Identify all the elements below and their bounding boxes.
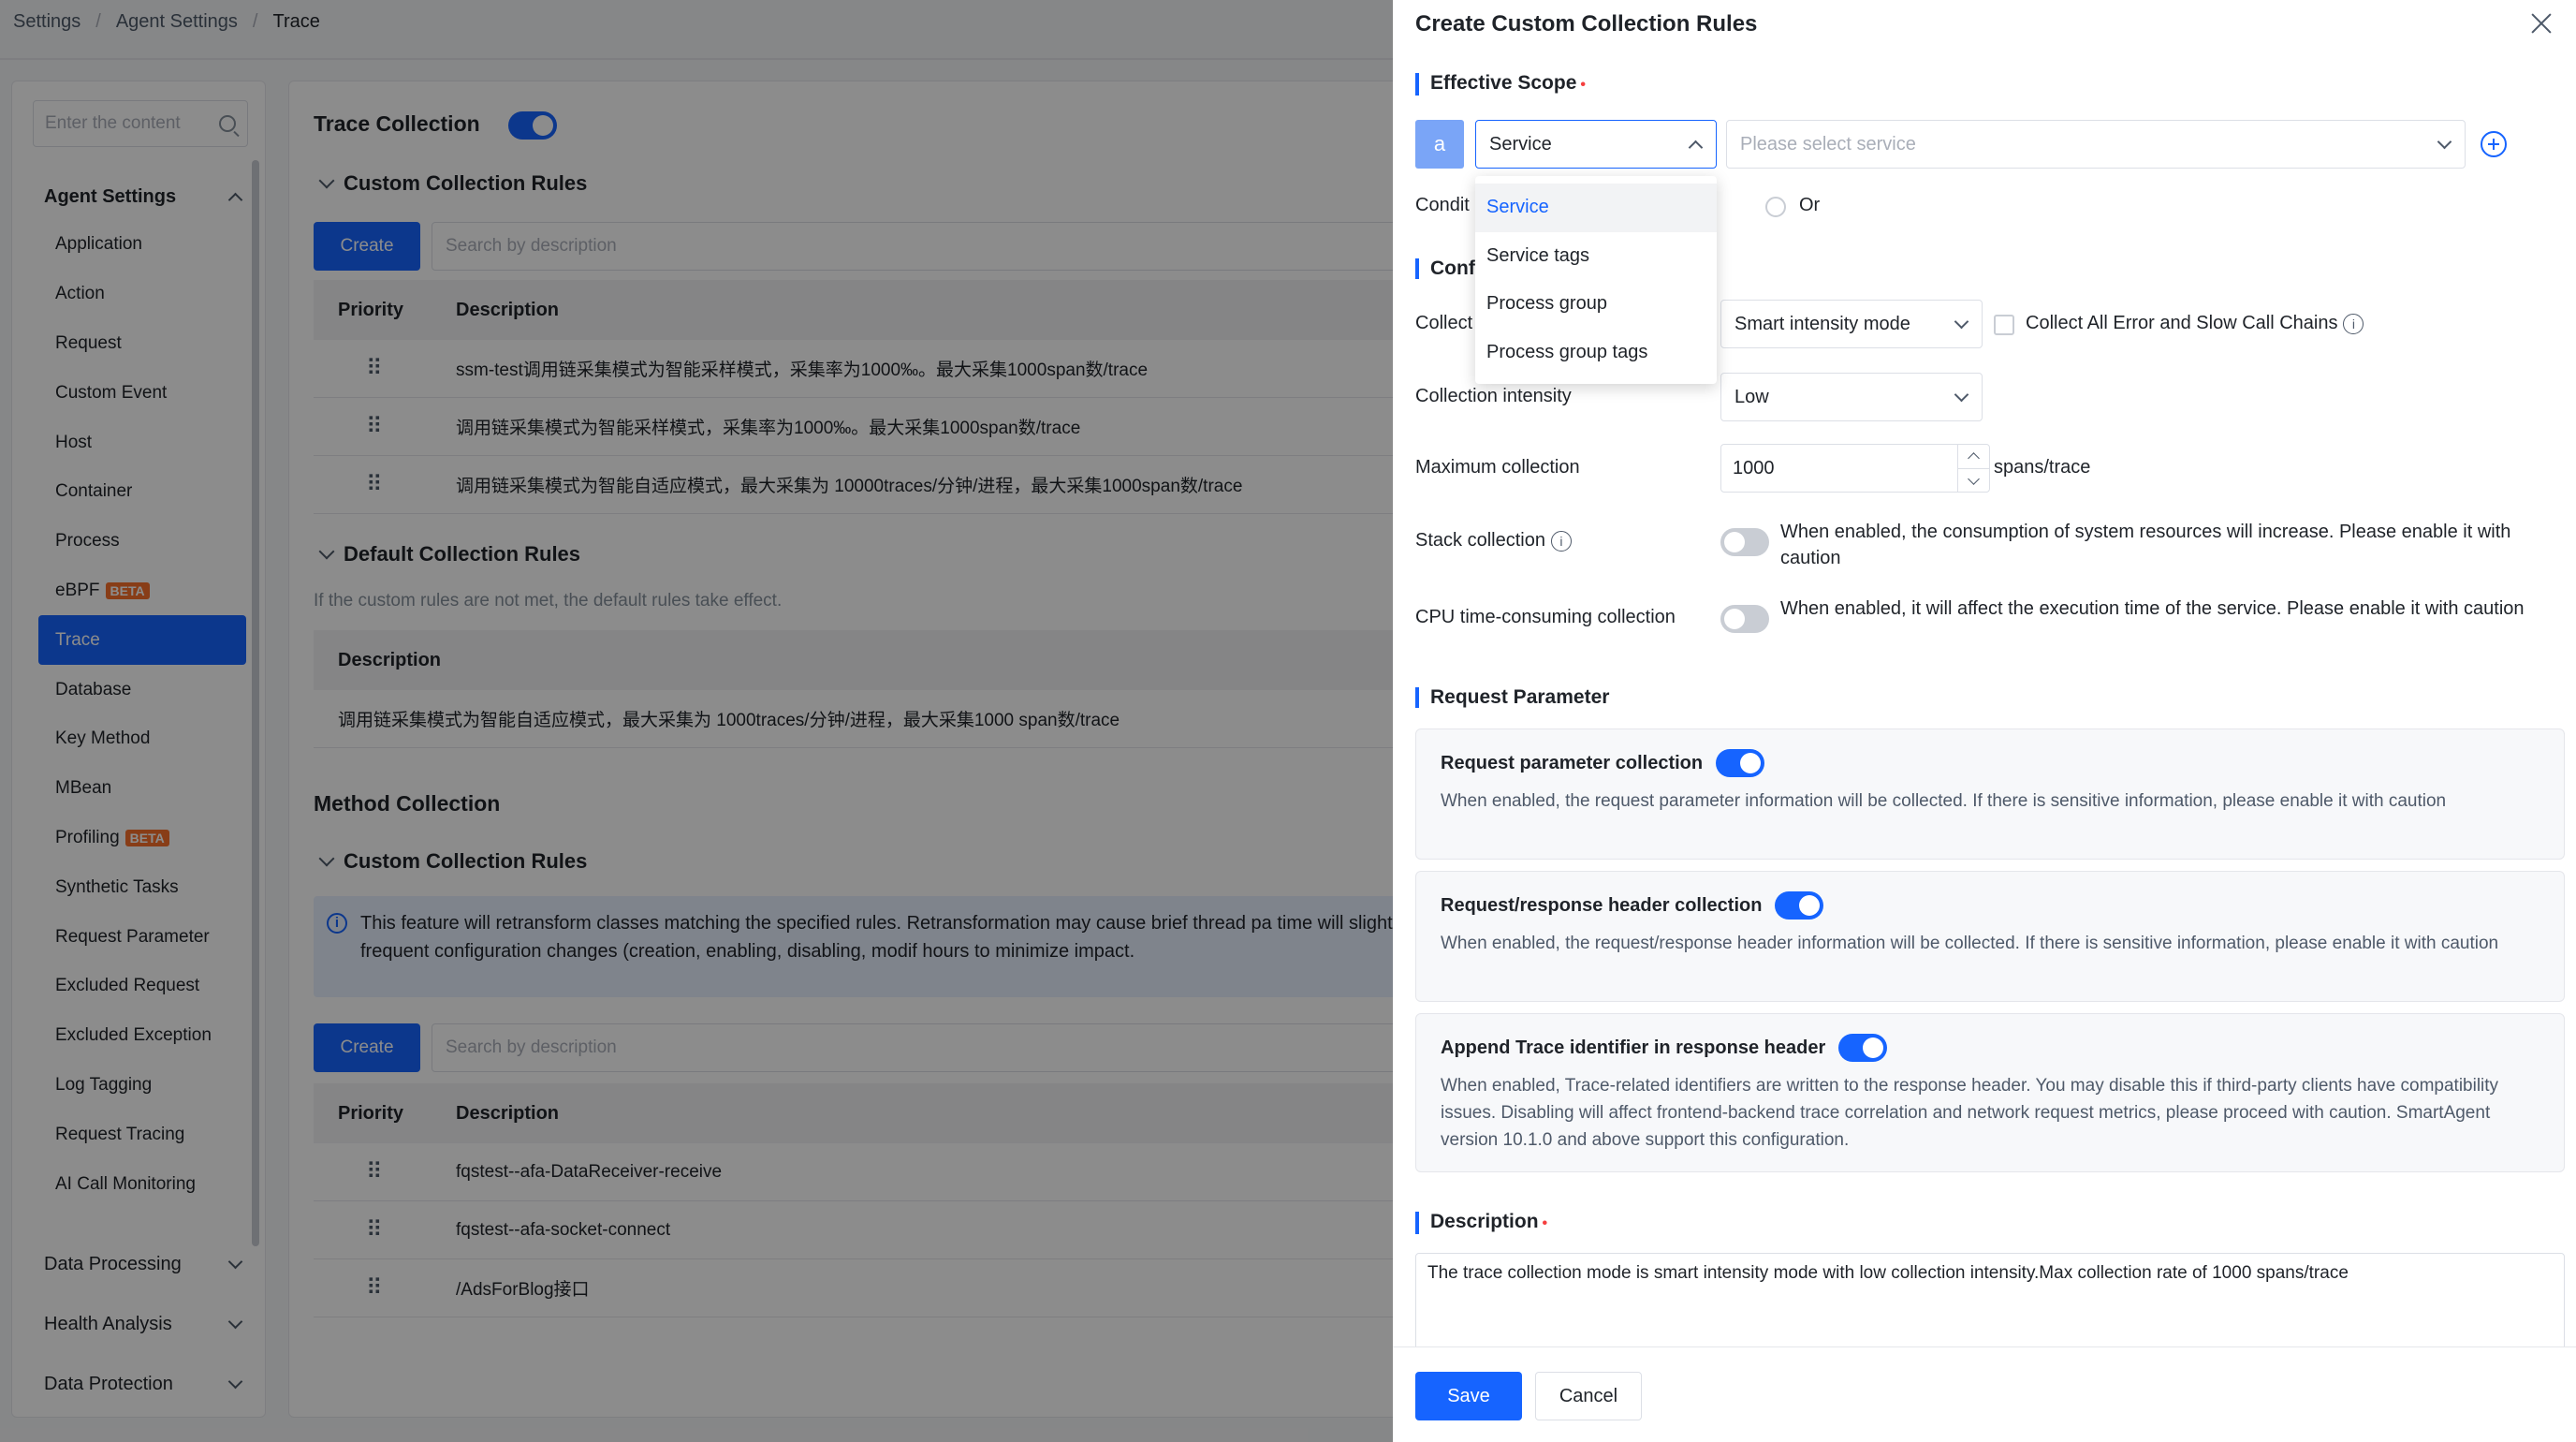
- service-select[interactable]: Please select service: [1726, 120, 2466, 169]
- max-collection-label: Maximum collection: [1415, 457, 1580, 478]
- dropdown-option-service-tags[interactable]: Service tags: [1475, 232, 1717, 281]
- stack-collection-toggle[interactable]: [1720, 528, 1769, 556]
- modal-overlay[interactable]: [0, 0, 1393, 1442]
- stack-collection-label: Stack collection: [1415, 530, 1545, 551]
- required-mark: •: [1580, 77, 1587, 93]
- card-description: When enabled, the request/response heade…: [1441, 934, 2499, 953]
- effective-scope-section: Effective Scope •: [1415, 73, 1586, 96]
- increment-button[interactable]: [1958, 445, 1989, 468]
- stack-collection-hint: When enabled, the consumption of system …: [1780, 522, 2511, 568]
- collect-all-checkbox[interactable]: [1994, 315, 2014, 335]
- or-radio[interactable]: [1765, 197, 1786, 217]
- cpu-collection-hint: When enabled, it will affect the executi…: [1780, 598, 2525, 619]
- collect-mode-select[interactable]: Smart intensity mode: [1720, 300, 1983, 348]
- save-button[interactable]: Save: [1415, 1372, 1522, 1420]
- card-title: Request parameter collection: [1441, 752, 1704, 773]
- chevron-down-icon: [1954, 387, 1969, 402]
- required-mark: •: [1542, 1215, 1548, 1231]
- max-collection-value: 1000: [1733, 457, 1775, 478]
- scope-type-dropdown: Service Service tags Process group Proce…: [1475, 176, 1717, 384]
- request-param-card: Request parameter collection When enable…: [1415, 728, 2565, 860]
- description-section: Description •: [1415, 1212, 1547, 1234]
- trace-identifier-card: Append Trace identifier in response head…: [1415, 1013, 2565, 1172]
- intensity-label: Collection intensity: [1415, 386, 1572, 406]
- add-condition-icon[interactable]: [2481, 131, 2507, 157]
- close-icon[interactable]: [2525, 7, 2557, 39]
- dropdown-option-process-group-tags[interactable]: Process group tags: [1475, 329, 1717, 377]
- chevron-down-icon: [2437, 134, 2452, 149]
- config-label: Confi: [1430, 258, 1481, 279]
- header-collection-card: Request/response header collection When …: [1415, 871, 2565, 1002]
- card-title: Request/response header collection: [1441, 894, 1763, 916]
- description-textarea[interactable]: The trace collection mode is smart inten…: [1415, 1253, 2565, 1356]
- card-title-row: Append Trace identifier in response head…: [1441, 1033, 2539, 1063]
- dropdown-option-process-group[interactable]: Process group: [1475, 280, 1717, 329]
- collect-all-label: Collect All Error and Slow Call Chains: [2026, 313, 2338, 333]
- chevron-down-icon: [1968, 472, 1980, 485]
- header-collection-toggle[interactable]: [1775, 891, 1824, 920]
- scope-type-value: Service: [1489, 133, 1552, 154]
- condition-label: Condit: [1415, 195, 1470, 215]
- cancel-button[interactable]: Cancel: [1535, 1372, 1642, 1420]
- service-placeholder: Please select service: [1740, 133, 1916, 154]
- drawer-footer: Save Cancel: [1393, 1346, 2576, 1442]
- cpu-collection-label: CPU time-consuming collection: [1415, 607, 1676, 627]
- chevron-up-icon: [1968, 452, 1980, 464]
- request-param-toggle[interactable]: [1716, 749, 1765, 777]
- intensity-value: Low: [1734, 386, 1769, 407]
- chevron-up-icon: [1688, 140, 1704, 154]
- number-stepper: [1957, 445, 1989, 492]
- dropdown-option-service[interactable]: Service: [1475, 184, 1717, 232]
- stack-collection-row: Stack collection i: [1415, 530, 1572, 552]
- max-collection-unit: spans/trace: [1994, 457, 2091, 478]
- scope-type-select[interactable]: Service: [1475, 120, 1717, 169]
- description-label: Description: [1430, 1211, 1539, 1232]
- drawer-title: Create Custom Collection Rules: [1415, 11, 1758, 37]
- card-title-row: Request/response header collection: [1441, 890, 2539, 920]
- request-parameter-section: Request Parameter: [1415, 687, 1609, 708]
- effective-scope-label: Effective Scope: [1430, 72, 1577, 94]
- trace-identifier-toggle[interactable]: [1838, 1034, 1888, 1062]
- description-value: The trace collection mode is smart inten…: [1427, 1263, 2349, 1283]
- decrement-button[interactable]: [1958, 468, 1989, 492]
- cpu-collection-toggle[interactable]: [1720, 605, 1769, 633]
- card-title-row: Request parameter collection: [1441, 748, 2539, 778]
- collect-mode-value: Smart intensity mode: [1734, 313, 1910, 334]
- collect-mode-label: Collect: [1415, 313, 1473, 333]
- create-rule-drawer: Create Custom Collection Rules Effective…: [1393, 0, 2576, 1442]
- max-collection-input[interactable]: 1000: [1720, 444, 1990, 493]
- info-icon[interactable]: i: [2343, 313, 2364, 334]
- scope-condition-tag: a: [1415, 120, 1464, 169]
- config-section: Confi: [1415, 258, 1481, 279]
- card-title: Append Trace identifier in response head…: [1441, 1037, 1826, 1058]
- info-icon[interactable]: i: [1550, 530, 1572, 552]
- or-label: Or: [1799, 195, 1821, 215]
- collect-all-row: Collect All Error and Slow Call Chains i: [2026, 313, 2364, 334]
- intensity-select[interactable]: Low: [1720, 373, 1983, 421]
- card-description: When enabled, Trace-related identifiers …: [1441, 1076, 2499, 1150]
- chevron-down-icon: [1954, 314, 1969, 329]
- card-description: When enabled, the request parameter info…: [1441, 791, 2447, 811]
